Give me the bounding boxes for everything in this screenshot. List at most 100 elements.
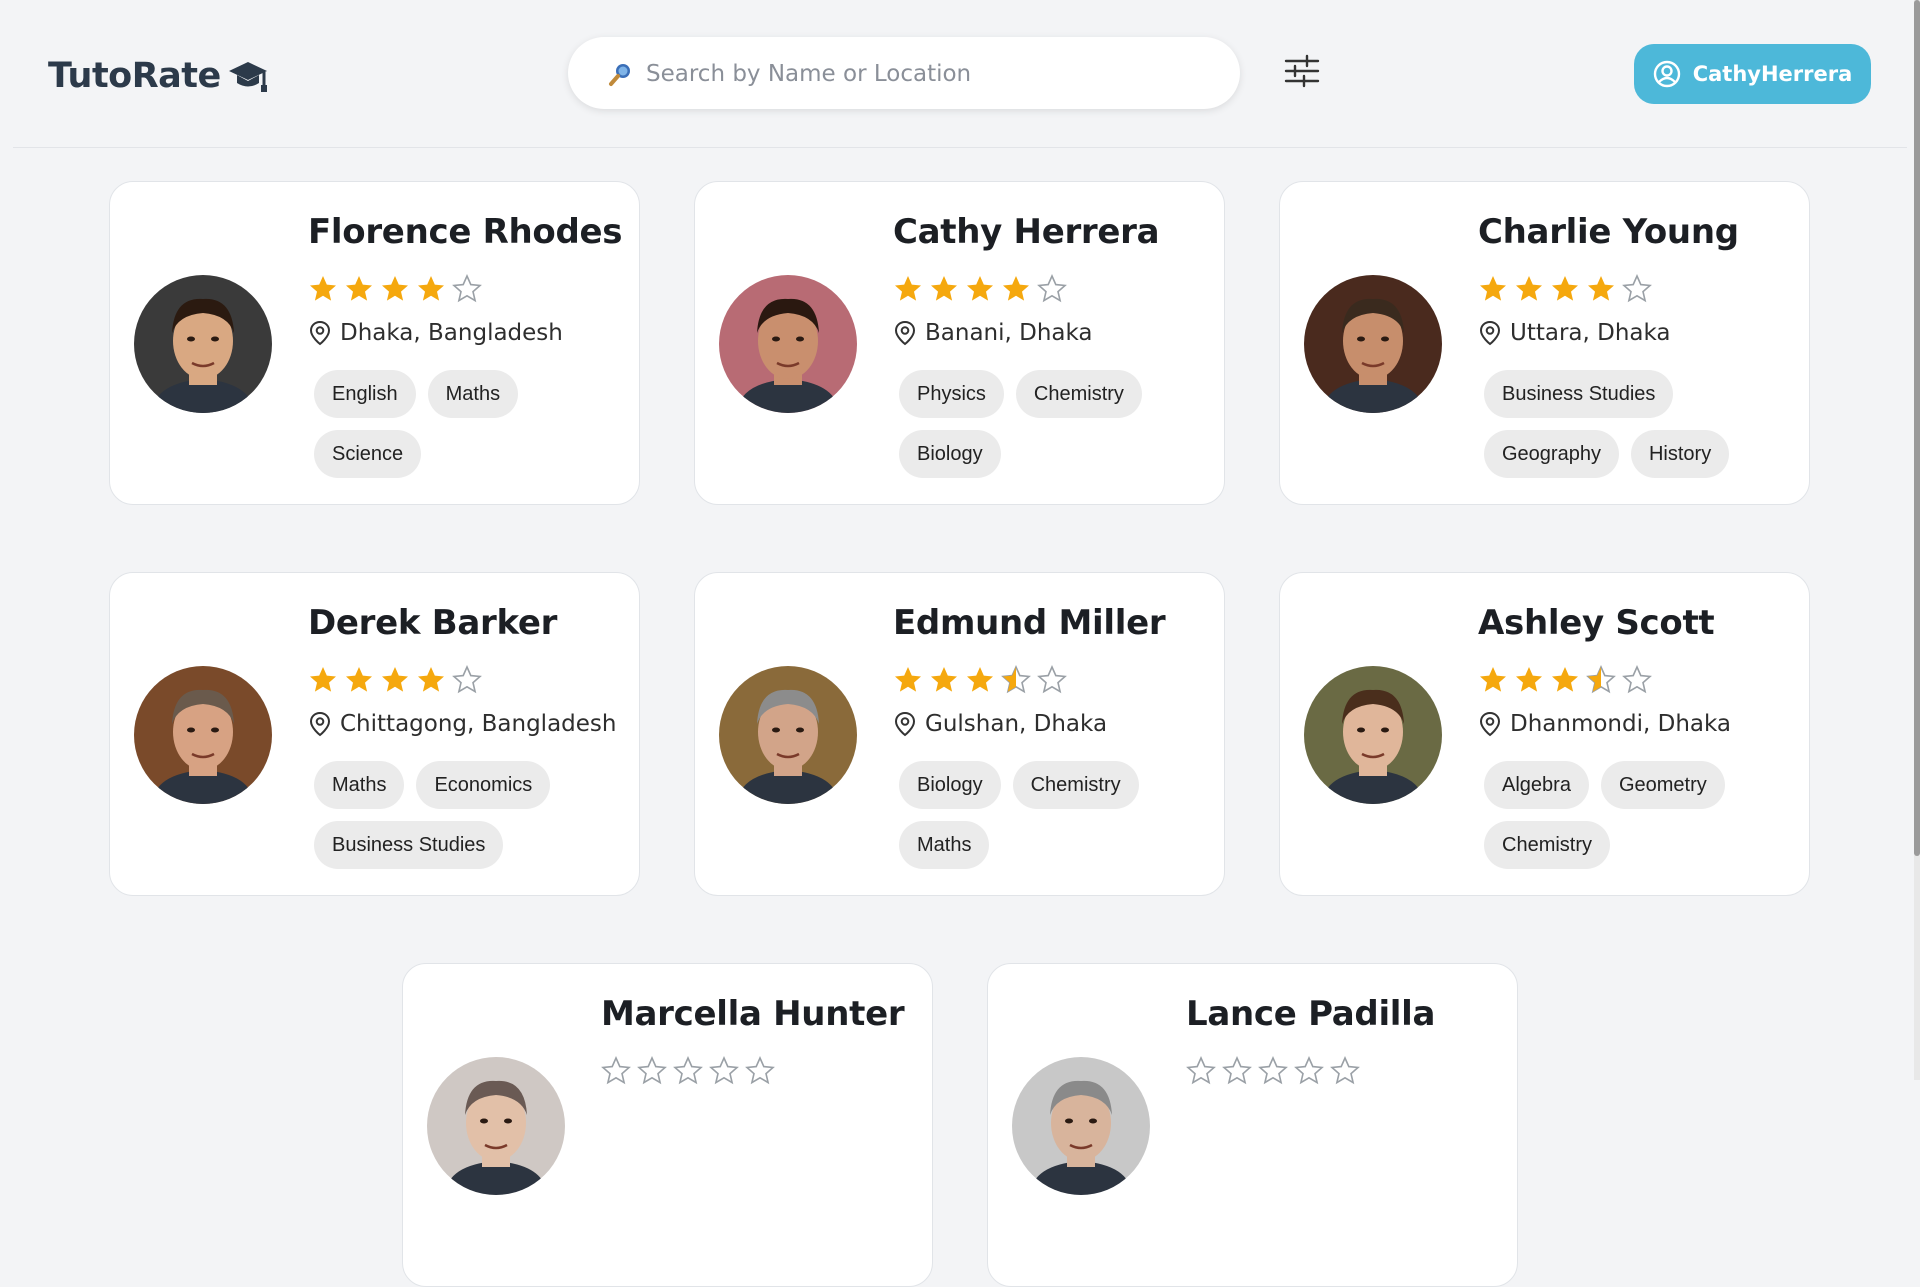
tutor-name[interactable]: Edmund Miller <box>893 603 1166 643</box>
tutor-avatar[interactable] <box>719 275 857 413</box>
rating-stars <box>1478 274 1652 304</box>
tutor-location-text: Chittagong, Bangladesh <box>340 711 617 737</box>
tutor-avatar[interactable] <box>134 275 272 413</box>
star-icon <box>1330 1056 1360 1085</box>
tutor-location-text: Banani, Dhaka <box>925 320 1093 346</box>
star-icon <box>637 1056 667 1085</box>
star-icon <box>1480 276 1506 301</box>
tutor-location: Uttara, Dhaka <box>1478 320 1671 346</box>
subject-tag[interactable]: Business Studies <box>314 821 504 869</box>
subject-tag[interactable]: Chemistry <box>1484 821 1611 869</box>
tutor-avatar[interactable] <box>1304 666 1442 804</box>
subject-tag[interactable]: Business Studies <box>1484 370 1674 418</box>
star-icon <box>1552 667 1578 692</box>
tutor-name[interactable]: Ashley Scott <box>1478 603 1715 643</box>
subject-tags: Algebra Geometry Chemistry <box>1484 761 1794 869</box>
star-icon <box>1588 276 1614 301</box>
star-icon <box>452 274 482 303</box>
subject-tag[interactable]: Physics <box>899 370 1004 418</box>
star-icon <box>1516 276 1542 301</box>
star-icon <box>1622 274 1652 303</box>
subject-tag[interactable]: Chemistry <box>1012 761 1139 809</box>
star-icon <box>895 667 921 692</box>
tutor-name[interactable]: Cathy Herrera <box>893 212 1160 252</box>
subject-tag[interactable]: Maths <box>427 370 519 418</box>
rating-stars <box>308 274 482 304</box>
search-bar[interactable] <box>568 37 1240 109</box>
avatar-face <box>134 275 272 413</box>
top-header: TutoRate CathyHerr <box>0 0 1920 148</box>
tutor-avatar[interactable] <box>1012 1057 1150 1195</box>
subject-tag[interactable]: History <box>1630 430 1730 478</box>
star-icon <box>1037 274 1067 303</box>
tutor-card[interactable]: Cathy Herrera Banani, Dhaka Physics Chemi… <box>694 181 1225 505</box>
subject-tag[interactable]: Chemistry <box>1015 370 1142 418</box>
star-icon <box>1037 665 1067 694</box>
star-icon <box>1480 667 1506 692</box>
tutor-card[interactable]: Marcella Hunter <box>402 963 933 1287</box>
brand-name: TutoRate <box>48 56 221 96</box>
subject-tag[interactable]: Biology <box>899 761 1001 809</box>
star-icon <box>346 276 372 301</box>
scrollbar[interactable] <box>1914 0 1920 1080</box>
brand-logo[interactable]: TutoRate <box>48 56 269 96</box>
subject-tags: Biology Chemistry Maths <box>899 761 1209 869</box>
star-icon <box>346 667 372 692</box>
location-pin-icon <box>309 320 331 346</box>
star-icon <box>310 667 336 692</box>
header-divider <box>13 147 1907 148</box>
location-pin-icon <box>1479 711 1501 737</box>
tutor-card[interactable]: Florence Rhodes Dhaka, Bangladesh Englis… <box>109 181 640 505</box>
tutor-card[interactable]: Edmund Miller Gulshan, Dhaka Biology Chem… <box>694 572 1225 896</box>
rating-stars <box>893 665 1067 695</box>
subject-tag[interactable]: Biology <box>899 430 1001 478</box>
subject-tag[interactable]: Maths <box>899 821 990 869</box>
tutor-name[interactable]: Charlie Young <box>1478 212 1739 252</box>
star-icon <box>967 276 993 301</box>
tutor-location-text: Uttara, Dhaka <box>1510 320 1671 346</box>
tutor-location-text: Dhaka, Bangladesh <box>340 320 563 346</box>
location-pin-icon <box>894 320 916 346</box>
star-icon <box>452 665 482 694</box>
scrollbar-thumb[interactable] <box>1914 0 1920 856</box>
subject-tag[interactable]: Maths <box>314 761 405 809</box>
subject-tag[interactable]: Economics <box>416 761 551 809</box>
tutor-location-text: Gulshan, Dhaka <box>925 711 1108 737</box>
user-name: CathyHerrera <box>1692 62 1853 86</box>
subject-tag[interactable]: English <box>314 370 416 418</box>
tutor-card[interactable]: Ashley Scott Dhanmondi, Dhaka Algebra Geo… <box>1279 572 1810 896</box>
search-input[interactable] <box>644 53 1208 95</box>
avatar-face <box>134 666 272 804</box>
user-profile-button[interactable]: CathyHerrera <box>1634 44 1871 104</box>
tutor-name[interactable]: Florence Rhodes <box>308 212 623 252</box>
star-icon <box>1003 276 1029 301</box>
star-icon <box>418 276 444 301</box>
star-icon <box>382 667 408 692</box>
tutor-card[interactable]: Charlie Young Uttara, Dhaka Business Stu… <box>1279 181 1810 505</box>
tutor-avatar[interactable] <box>427 1057 565 1195</box>
tutor-name[interactable]: Lance Padilla <box>1186 994 1435 1034</box>
star-icon <box>1258 1056 1288 1085</box>
graduation-cap-icon <box>228 62 267 92</box>
tutor-avatar[interactable] <box>134 666 272 804</box>
subject-tag[interactable]: Geometry <box>1600 761 1725 809</box>
tutor-avatar[interactable] <box>1304 275 1442 413</box>
subject-tag[interactable]: Geography <box>1484 430 1619 478</box>
subject-tag[interactable]: Science <box>314 430 422 478</box>
tutor-card[interactable]: Derek Barker Chittagong, Bangladesh Math… <box>109 572 640 896</box>
tutor-name[interactable]: Derek Barker <box>308 603 557 643</box>
user-circle-icon <box>1653 60 1680 88</box>
avatar-face <box>1304 275 1442 413</box>
star-icon <box>382 276 408 301</box>
tutor-name[interactable]: Marcella Hunter <box>601 994 905 1034</box>
filter-sliders-icon[interactable] <box>1283 52 1321 90</box>
star-icon <box>601 1056 631 1085</box>
star-icon <box>1586 665 1616 694</box>
tutor-card[interactable]: Lance Padilla <box>987 963 1518 1287</box>
subject-tag[interactable]: Algebra <box>1484 761 1589 809</box>
tutor-location: Dhanmondi, Dhaka <box>1478 711 1731 737</box>
star-icon <box>709 1056 739 1085</box>
avatar-face <box>427 1057 565 1195</box>
search-icon <box>609 64 630 86</box>
tutor-avatar[interactable] <box>719 666 857 804</box>
